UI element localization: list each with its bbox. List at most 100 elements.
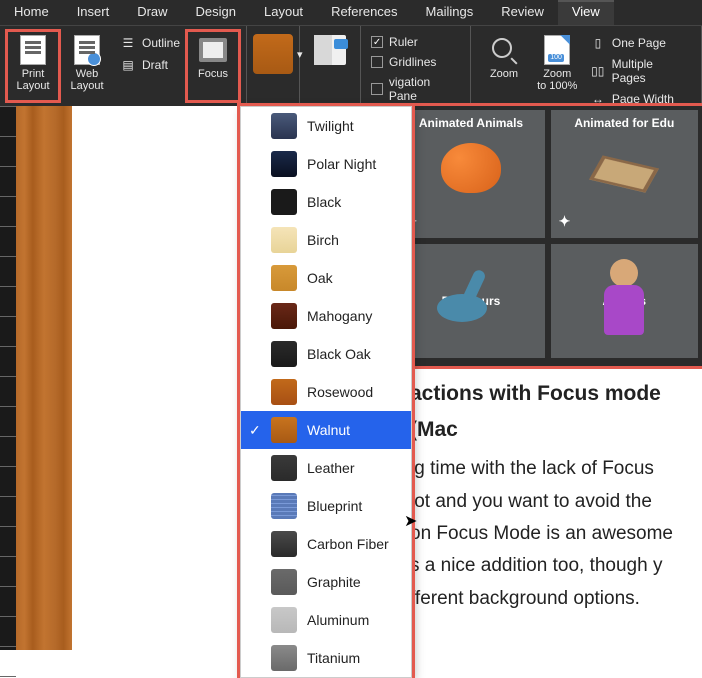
- option-label: Carbon Fiber: [307, 536, 389, 552]
- animation-badge-icon: ✦: [559, 213, 571, 230]
- focus-bg-option-oak[interactable]: Oak: [241, 259, 411, 297]
- tab-insert[interactable]: Insert: [63, 0, 124, 25]
- ruler-checkbox[interactable]: Ruler: [371, 34, 460, 50]
- book-icon: [314, 34, 346, 66]
- focus-bg-option-mahogany[interactable]: Mahogany: [241, 297, 411, 335]
- focus-background-menu: Twilight Polar Night Black Birch Oak Mahogany…: [240, 106, 412, 678]
- option-label: Titanium: [307, 650, 360, 666]
- one-page-icon: ▯: [590, 35, 606, 51]
- focus-bg-option-black[interactable]: Black: [241, 183, 411, 221]
- tab-review[interactable]: Review: [487, 0, 558, 25]
- swatch-icon: [271, 303, 297, 329]
- swatch-icon: [271, 417, 297, 443]
- swatch-icon: [271, 151, 297, 177]
- gallery-tile-dinosaurs[interactable]: Dinosaurs: [397, 244, 544, 358]
- swatch-icon: [271, 531, 297, 557]
- document-body-text: actions with Focus mode (Mac ig time wit…: [410, 376, 698, 615]
- one-page-button[interactable]: ▯One Page: [588, 34, 691, 52]
- zoom-button[interactable]: Zoom: [477, 30, 530, 102]
- option-label: Birch: [307, 232, 339, 248]
- heading: actions with Focus mode (Mac: [410, 376, 698, 447]
- draft-icon: ▤: [120, 57, 136, 73]
- swatch-icon: [271, 493, 297, 519]
- checkmark-icon: [371, 36, 383, 48]
- swatch-icon: [271, 189, 297, 215]
- tab-layout[interactable]: Layout: [250, 0, 317, 25]
- swatch-icon: [271, 645, 297, 671]
- web-layout-button[interactable]: Web Layout: [60, 30, 114, 102]
- zoom-icon: [488, 34, 520, 66]
- focus-bg-option-graphite[interactable]: Graphite: [241, 563, 411, 601]
- navigation-pane-button[interactable]: [306, 30, 354, 102]
- group-navigation: [300, 26, 361, 106]
- tab-view[interactable]: View: [558, 0, 614, 25]
- tab-design[interactable]: Design: [182, 0, 250, 25]
- gallery-tile-animated-animals[interactable]: Animated Animals✦: [397, 110, 544, 238]
- option-label: Rosewood: [307, 384, 373, 400]
- cursor-icon: ➤: [404, 511, 417, 531]
- print-layout-button[interactable]: Print Layout: [6, 30, 60, 102]
- focus-bg-option-rosewood[interactable]: Rosewood: [241, 373, 411, 411]
- book-graphic: [589, 155, 659, 192]
- page-width-icon: ↔: [590, 91, 606, 107]
- focus-background-dropdown[interactable]: ▾: [253, 34, 293, 74]
- focus-bg-option-black-oak[interactable]: Black Oak: [241, 335, 411, 373]
- option-label: Black: [307, 194, 341, 210]
- multiple-pages-icon: ▯▯: [590, 63, 606, 79]
- focus-bg-option-aluminum[interactable]: Aluminum: [241, 601, 411, 639]
- swatch-icon: [271, 569, 297, 595]
- swatch-icon: [271, 227, 297, 253]
- gallery-tile-animated-edu[interactable]: Animated for Edu✦: [551, 110, 698, 238]
- outline-button[interactable]: ☰ Outline: [118, 34, 182, 52]
- option-label: Twilight: [307, 118, 354, 134]
- option-label: Black Oak: [307, 346, 371, 362]
- focus-bg-option-polar-night[interactable]: Polar Night: [241, 145, 411, 183]
- tab-mailings[interactable]: Mailings: [412, 0, 488, 25]
- document-area: els✦ Animated Animals✦ Animated for Edu✦…: [0, 106, 702, 650]
- checkbox-icon: [371, 83, 383, 95]
- group-show: Ruler Gridlines vigation Pane: [361, 26, 471, 106]
- web-layout-icon: [71, 34, 103, 66]
- focus-bg-option-blueprint[interactable]: Blueprint: [241, 487, 411, 525]
- option-label: Leather: [307, 460, 354, 476]
- checkbox-icon: [371, 56, 383, 68]
- gallery-tile-avatars[interactable]: Avatars: [551, 244, 698, 358]
- multiple-pages-button[interactable]: ▯▯Multiple Pages: [588, 56, 691, 86]
- tab-references[interactable]: References: [317, 0, 411, 25]
- tab-home[interactable]: Home: [0, 0, 63, 25]
- focus-icon: [197, 34, 229, 66]
- clownfish-graphic: [441, 143, 501, 193]
- focus-bg-option-carbon-fiber[interactable]: Carbon Fiber: [241, 525, 411, 563]
- gridlines-checkbox[interactable]: Gridlines: [371, 54, 460, 70]
- print-layout-icon: [17, 34, 49, 66]
- swatch-icon: [271, 379, 297, 405]
- zoom-100-button[interactable]: Zoom to 100%: [531, 30, 584, 102]
- option-label: Oak: [307, 270, 333, 286]
- draft-button[interactable]: ▤ Draft: [118, 56, 182, 74]
- focus-bg-option-titanium[interactable]: Titanium: [241, 639, 411, 677]
- option-label: Polar Night: [307, 156, 376, 172]
- focus-bg-option-birch[interactable]: Birch: [241, 221, 411, 259]
- avatar-graphic: [604, 259, 644, 335]
- option-label: Blueprint: [307, 498, 362, 514]
- vertical-ruler[interactable]: [0, 106, 16, 650]
- swatch-icon: [271, 341, 297, 367]
- group-zoom: Zoom Zoom to 100% ▯One Page ▯▯Multiple P…: [471, 26, 702, 106]
- focus-bg-option-walnut[interactable]: ✓Walnut: [241, 411, 411, 449]
- swatch-icon: [271, 607, 297, 633]
- ribbon-tabs: Home Insert Draw Design Layout Reference…: [0, 0, 702, 26]
- focus-bg-option-twilight[interactable]: Twilight: [241, 107, 411, 145]
- focus-bg-option-leather[interactable]: Leather: [241, 449, 411, 487]
- group-focus-bg: ▾: [247, 26, 300, 106]
- swatch-icon: [271, 455, 297, 481]
- focus-button[interactable]: Focus: [186, 30, 240, 102]
- checkmark-icon: ✓: [249, 422, 261, 439]
- swatch-icon: [271, 113, 297, 139]
- swatch-icon: [271, 265, 297, 291]
- tab-draw[interactable]: Draw: [123, 0, 181, 25]
- zoom-100-icon: [541, 34, 573, 66]
- plesiosaur-graphic: [407, 264, 517, 334]
- outline-icon: ☰: [120, 35, 136, 51]
- option-label: Mahogany: [307, 308, 372, 324]
- navigation-pane-checkbox[interactable]: vigation Pane: [371, 74, 460, 104]
